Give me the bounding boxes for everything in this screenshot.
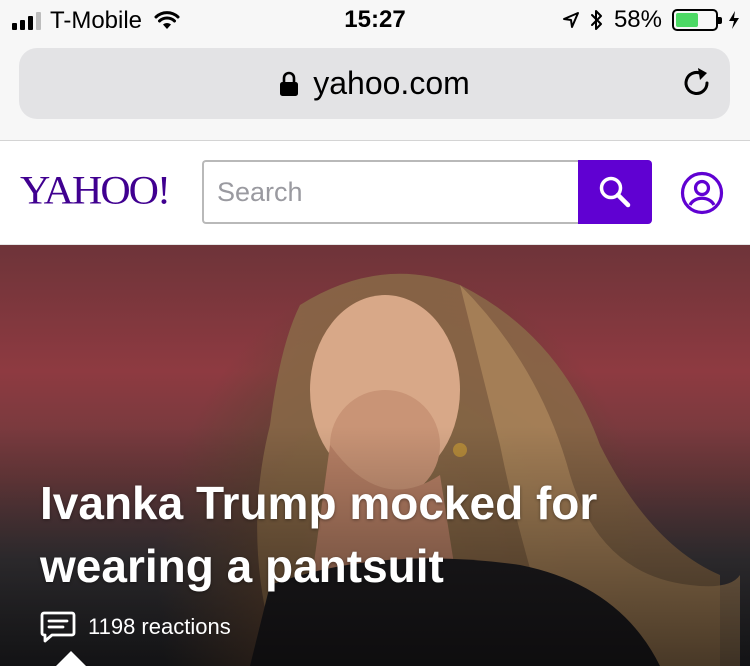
bluetooth-icon	[590, 10, 602, 30]
hero-story[interactable]: Ivanka Trump mocked for wearing a pantsu…	[0, 245, 750, 666]
hero-headline[interactable]: Ivanka Trump mocked for wearing a pantsu…	[40, 472, 720, 598]
carousel-caret	[56, 651, 86, 666]
location-arrow-icon	[562, 12, 579, 28]
battery-icon	[672, 9, 722, 31]
address-center: yahoo.com	[19, 48, 730, 119]
reload-icon[interactable]	[680, 66, 714, 100]
profile-icon[interactable]	[680, 171, 724, 215]
address-bar[interactable]: yahoo.com	[19, 48, 730, 119]
status-right: 58%	[562, 7, 740, 33]
reactions-link[interactable]: 1198 reactions	[40, 610, 231, 644]
reactions-count: 1198 reactions	[88, 614, 231, 639]
search-icon	[599, 176, 631, 208]
charging-bolt-icon	[729, 11, 739, 29]
lock-icon	[280, 71, 299, 96]
url-text[interactable]: yahoo.com	[313, 65, 470, 102]
search-box	[202, 160, 580, 224]
site-header: YAHOO!	[0, 141, 750, 245]
status-bar: T-Mobile 15:27 58%	[0, 0, 750, 40]
browser-toolbar: yahoo.com	[0, 40, 750, 141]
battery-percent: 58%	[613, 6, 662, 33]
search-button[interactable]	[578, 160, 652, 224]
comment-icon	[40, 611, 76, 643]
search-input[interactable]	[204, 162, 580, 222]
yahoo-logo[interactable]: YAHOO!	[20, 170, 171, 212]
